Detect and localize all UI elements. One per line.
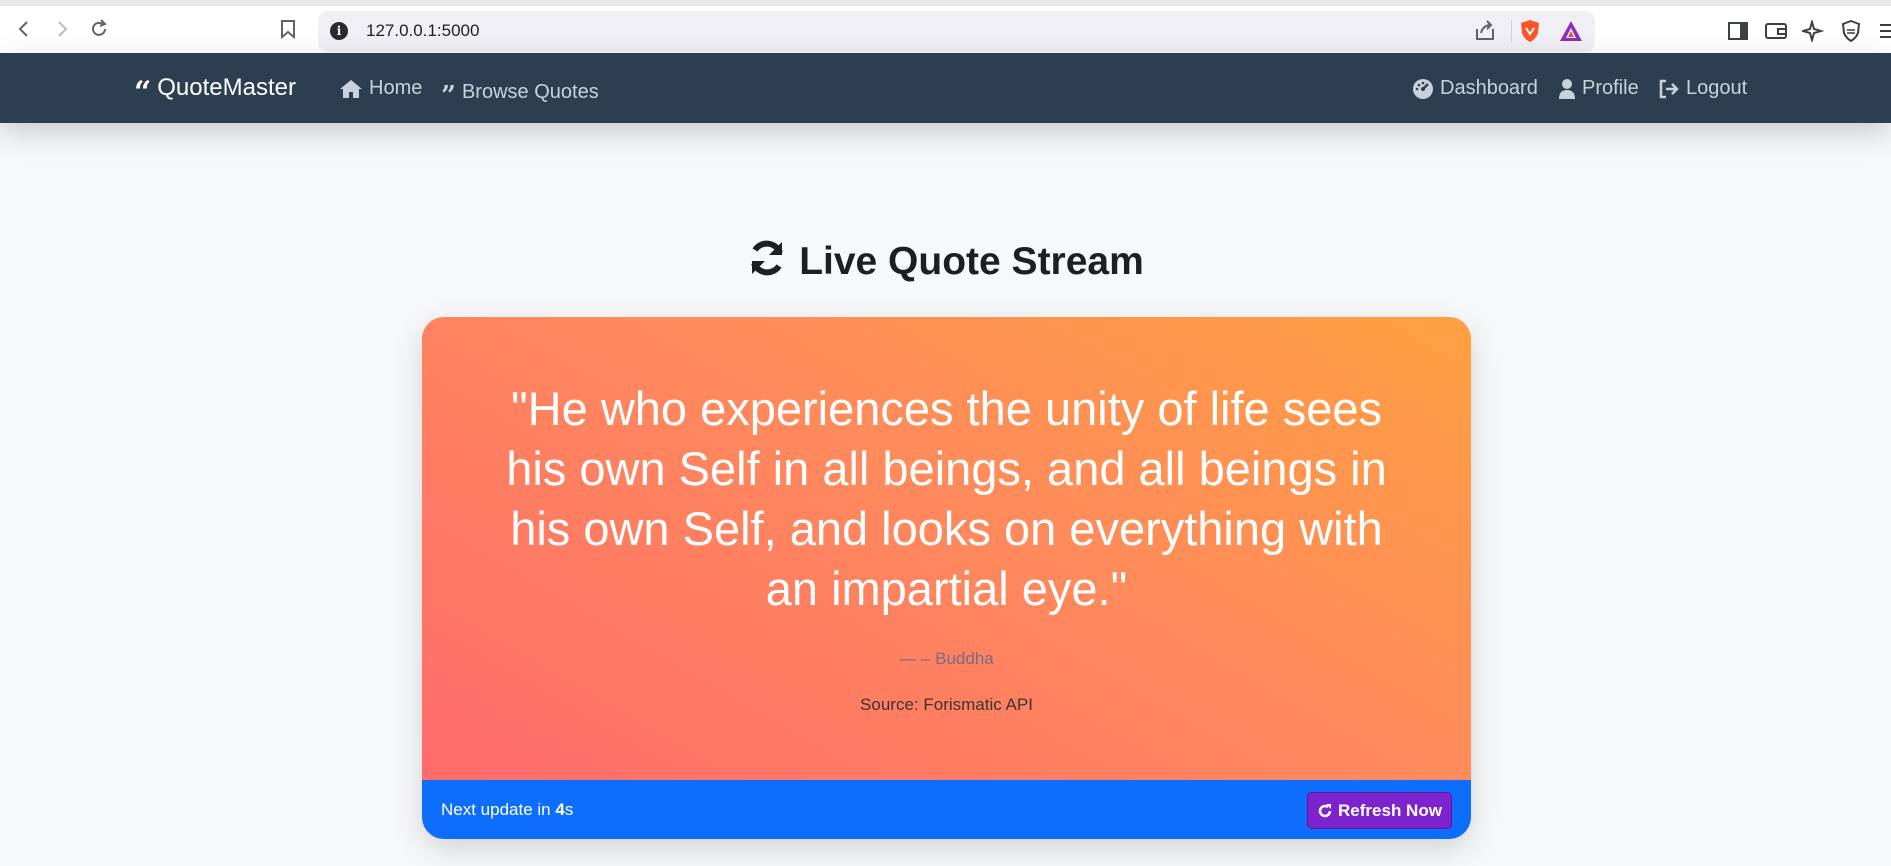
redo-icon [1317, 803, 1333, 819]
user-icon [1558, 78, 1576, 100]
next-update-status: Next update in 4s [441, 800, 573, 820]
menu-icon[interactable] [1874, 18, 1891, 44]
sidebar-icon[interactable] [1725, 18, 1751, 44]
nav-logout[interactable]: Logout [1658, 77, 1747, 100]
logout-icon [1658, 79, 1680, 99]
quote-card-body: "He who experiences the unity of life se… [422, 317, 1471, 780]
vpn-icon[interactable] [1838, 18, 1864, 44]
nav-profile-label: Profile [1582, 77, 1639, 99]
nav-logout-label: Logout [1686, 77, 1748, 99]
share-icon[interactable] [1473, 19, 1497, 47]
url-text[interactable]: 127.0.0.1:5000 [366, 21, 479, 41]
site-navbar: “ QuoteMaster Home ” Browse Quotes Dashb… [0, 53, 1891, 123]
bookmark-icon[interactable] [275, 16, 301, 42]
nav-home-label: Home [369, 77, 423, 99]
forward-icon[interactable] [49, 16, 75, 42]
divider [1511, 20, 1512, 42]
quote-author: — – Buddha [899, 649, 994, 668]
countdown-value: 4 [555, 800, 565, 819]
leo-ai-icon[interactable] [1800, 18, 1826, 44]
sync-icon [747, 238, 787, 288]
brave-rewards-icon[interactable] [1559, 20, 1583, 46]
quote-card-footer: Next update in 4s Refresh Now [422, 780, 1471, 839]
dashboard-icon [1412, 78, 1434, 100]
refresh-now-label: Refresh Now [1338, 800, 1442, 820]
address-bar[interactable]: i 127.0.0.1:5000 [318, 11, 1595, 52]
page-title: Live Quote Stream [0, 238, 1891, 288]
quote-icon: “ [134, 75, 152, 110]
page-title-text: Live Quote Stream [799, 240, 1144, 283]
nav-dashboard[interactable]: Dashboard [1412, 77, 1538, 100]
refresh-now-button[interactable]: Refresh Now [1307, 792, 1452, 829]
brand-link[interactable]: “ QuoteMaster [134, 73, 296, 108]
quote-card: "He who experiences the unity of life se… [422, 317, 1471, 839]
nav-dashboard-label: Dashboard [1440, 77, 1538, 99]
brave-shields-icon[interactable] [1519, 19, 1541, 47]
nav-browse-quotes-label: Browse Quotes [461, 80, 599, 103]
countdown-unit: s [564, 800, 574, 819]
nav-home[interactable]: Home [339, 77, 422, 100]
site-info-icon[interactable]: i [330, 22, 348, 40]
browser-toolbar: i 127.0.0.1:5000 [0, 0, 1891, 53]
quote-source: Source: Forismatic API [860, 695, 1033, 714]
home-icon [339, 79, 363, 99]
back-icon[interactable] [11, 16, 37, 42]
next-update-prefix: Next update in [441, 800, 556, 819]
wallet-icon[interactable] [1763, 18, 1789, 44]
brand-name: QuoteMaster [157, 74, 296, 101]
quote-icon: ” [441, 81, 456, 111]
nav-profile[interactable]: Profile [1558, 77, 1639, 100]
nav-browse-quotes[interactable]: ” Browse Quotes [441, 77, 599, 112]
reload-icon[interactable] [86, 16, 112, 42]
quote-text: "He who experiences the unity of life se… [506, 382, 1387, 615]
